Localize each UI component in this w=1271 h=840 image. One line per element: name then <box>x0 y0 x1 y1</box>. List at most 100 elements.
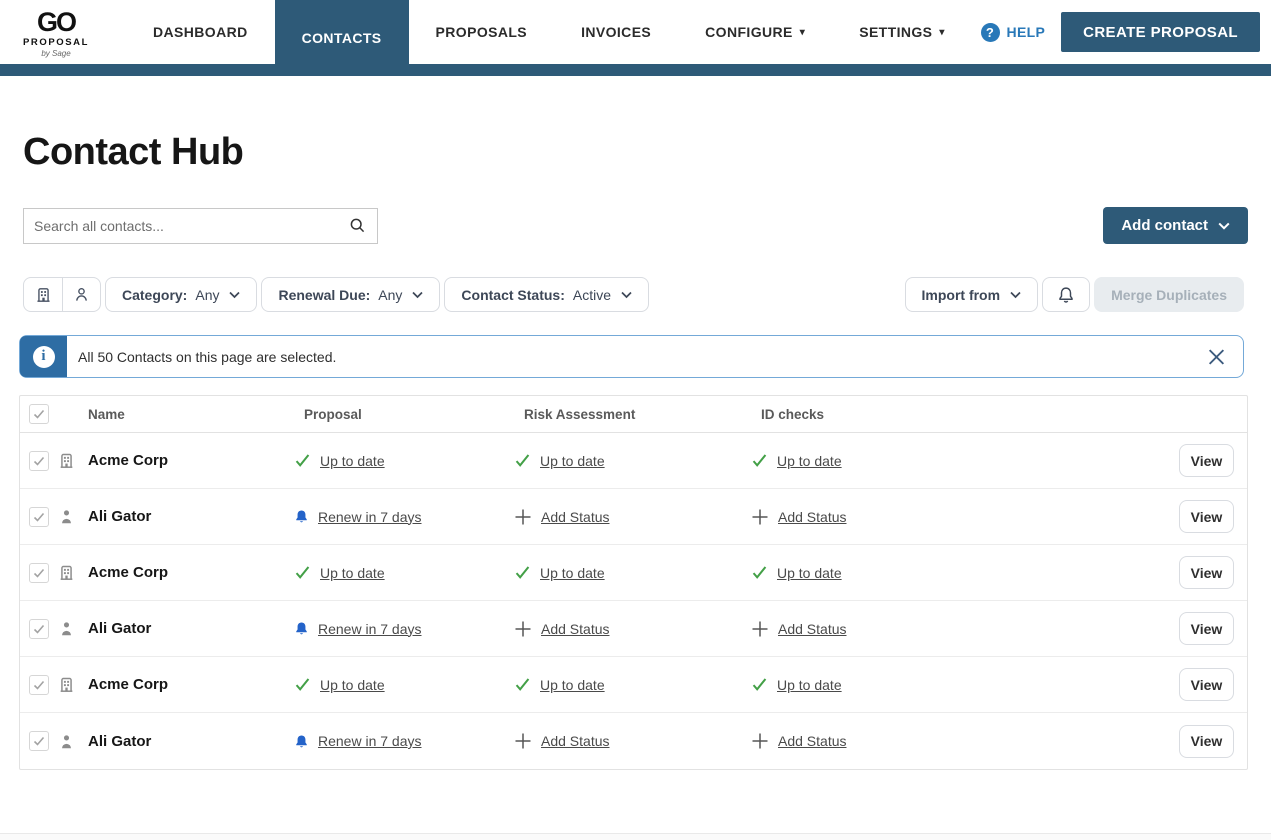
idchecks-status-link[interactable]: Add Status <box>778 621 847 637</box>
check-icon <box>294 676 311 693</box>
top-nav: GO PROPOSAL by Sage DASHBOARD CONTACTS P… <box>0 0 1271 76</box>
import-from-button[interactable]: Import from <box>905 277 1039 312</box>
help-icon: ? <box>981 23 1000 42</box>
row-checkbox[interactable] <box>29 675 49 695</box>
page-title: Contact Hub <box>23 131 1244 174</box>
help-button[interactable]: ? HELP <box>981 23 1046 42</box>
risk-status-cell: Up to date <box>514 564 751 581</box>
nav-item-proposals[interactable]: PROPOSALS <box>409 0 555 64</box>
proposal-status-cell: Renew in 7 days <box>294 621 514 637</box>
chevron-down-icon <box>412 291 423 299</box>
proposal-status-cell: Renew in 7 days <box>294 733 514 749</box>
plus-icon <box>514 732 532 750</box>
contact-status-filter[interactable]: Contact Status: Active <box>444 277 649 312</box>
help-label: HELP <box>1007 24 1046 40</box>
check-icon <box>751 676 768 693</box>
main-nav: DASHBOARD CONTACTS PROPOSALS INVOICES CO… <box>126 0 972 64</box>
category-filter[interactable]: Category: Any <box>105 277 257 312</box>
contacts-table: Name Proposal Risk Assessment ID checks <box>19 395 1248 770</box>
add-contact-button[interactable]: Add contact <box>1103 207 1248 244</box>
idchecks-status-link[interactable]: Up to date <box>777 565 842 581</box>
view-button[interactable]: View <box>1179 444 1234 477</box>
building-icon <box>35 286 52 303</box>
risk-status-cell: Up to date <box>514 676 751 693</box>
nav-item-contacts[interactable]: CONTACTS <box>275 0 409 76</box>
select-all-checkbox[interactable] <box>29 404 49 424</box>
plus-icon <box>751 620 769 638</box>
search-input[interactable] <box>24 218 349 234</box>
risk-status-link[interactable]: Add Status <box>541 733 610 749</box>
risk-status-link[interactable]: Up to date <box>540 677 605 693</box>
plus-icon <box>514 508 532 526</box>
create-proposal-button[interactable]: CREATE PROPOSAL <box>1061 12 1260 52</box>
filter-company-button[interactable] <box>24 278 62 311</box>
caret-down-icon: ▾ <box>939 28 944 38</box>
proposal-status-link[interactable]: Renew in 7 days <box>318 733 422 749</box>
risk-status-link[interactable]: Add Status <box>541 509 610 525</box>
proposal-status-cell: Up to date <box>294 564 514 581</box>
plus-icon <box>514 620 532 638</box>
filter-person-button[interactable] <box>62 278 100 311</box>
row-checkbox[interactable] <box>29 507 49 527</box>
chevron-down-icon <box>1010 291 1021 299</box>
risk-status-link[interactable]: Up to date <box>540 565 605 581</box>
plus-icon <box>751 508 769 526</box>
table-body: Acme Corp Up to date <box>20 433 1247 769</box>
nav-item-invoices[interactable]: INVOICES <box>554 0 678 64</box>
caret-down-icon: ▾ <box>800 28 805 38</box>
risk-status-link[interactable]: Add Status <box>541 621 610 637</box>
proposal-status-link[interactable]: Renew in 7 days <box>318 621 422 637</box>
chevron-down-icon <box>229 291 240 299</box>
view-button[interactable]: View <box>1179 612 1234 645</box>
nav-right: ? HELP CREATE PROPOSAL <box>981 0 1271 64</box>
view-button[interactable]: View <box>1179 725 1234 758</box>
row-checkbox[interactable] <box>29 731 49 751</box>
proposal-status-cell: Up to date <box>294 676 514 693</box>
idchecks-status-link[interactable]: Up to date <box>777 453 842 469</box>
merge-duplicates-button[interactable]: Merge Duplicates <box>1094 277 1244 312</box>
contact-name: Ali Gator <box>88 733 294 750</box>
nav-item-configure[interactable]: CONFIGURE ▾ <box>678 0 832 64</box>
column-header-idchecks: ID checks <box>751 407 1147 422</box>
app-logo: GO PROPOSAL by Sage <box>0 0 112 64</box>
view-button[interactable]: View <box>1179 668 1234 701</box>
search-box <box>23 208 378 244</box>
risk-status-cell: Add Status <box>514 508 751 526</box>
search-icon[interactable] <box>349 217 366 234</box>
company-icon <box>58 452 75 469</box>
banner-close-icon[interactable] <box>1207 347 1226 366</box>
nav-item-dashboard[interactable]: DASHBOARD <box>126 0 275 64</box>
risk-status-cell: Add Status <box>514 732 751 750</box>
nav-accent-strip <box>0 64 1271 76</box>
table-row: Ali Gator Renew in 7 days <box>20 713 1247 769</box>
table-row: Ali Gator Renew in 7 days <box>20 601 1247 657</box>
renewal-due-filter[interactable]: Renewal Due: Any <box>261 277 440 312</box>
row-checkbox[interactable] <box>29 619 49 639</box>
risk-status-link[interactable]: Up to date <box>540 453 605 469</box>
idchecks-status-link[interactable]: Up to date <box>777 677 842 693</box>
check-icon <box>514 452 531 469</box>
proposal-status-link[interactable]: Renew in 7 days <box>318 509 422 525</box>
view-button[interactable]: View <box>1179 500 1234 533</box>
column-header-risk: Risk Assessment <box>514 407 751 422</box>
row-checkbox[interactable] <box>29 451 49 471</box>
idchecks-status-link[interactable]: Add Status <box>778 509 847 525</box>
company-icon <box>58 676 75 693</box>
notifications-button[interactable] <box>1042 277 1090 312</box>
proposal-status-link[interactable]: Up to date <box>320 677 385 693</box>
column-header-proposal: Proposal <box>294 407 514 422</box>
contact-name: Acme Corp <box>88 676 294 693</box>
proposal-status-cell: Up to date <box>294 452 514 469</box>
idchecks-status-link[interactable]: Add Status <box>778 733 847 749</box>
company-icon <box>58 564 75 581</box>
proposal-status-link[interactable]: Up to date <box>320 453 385 469</box>
view-button[interactable]: View <box>1179 556 1234 589</box>
idchecks-status-cell: Up to date <box>751 676 1147 693</box>
row-checkbox[interactable] <box>29 563 49 583</box>
contact-name: Ali Gator <box>88 620 294 637</box>
nav-item-settings[interactable]: SETTINGS ▾ <box>832 0 972 64</box>
idchecks-status-cell: Up to date <box>751 452 1147 469</box>
risk-status-cell: Up to date <box>514 452 751 469</box>
proposal-status-link[interactable]: Up to date <box>320 565 385 581</box>
contact-name: Acme Corp <box>88 564 294 581</box>
